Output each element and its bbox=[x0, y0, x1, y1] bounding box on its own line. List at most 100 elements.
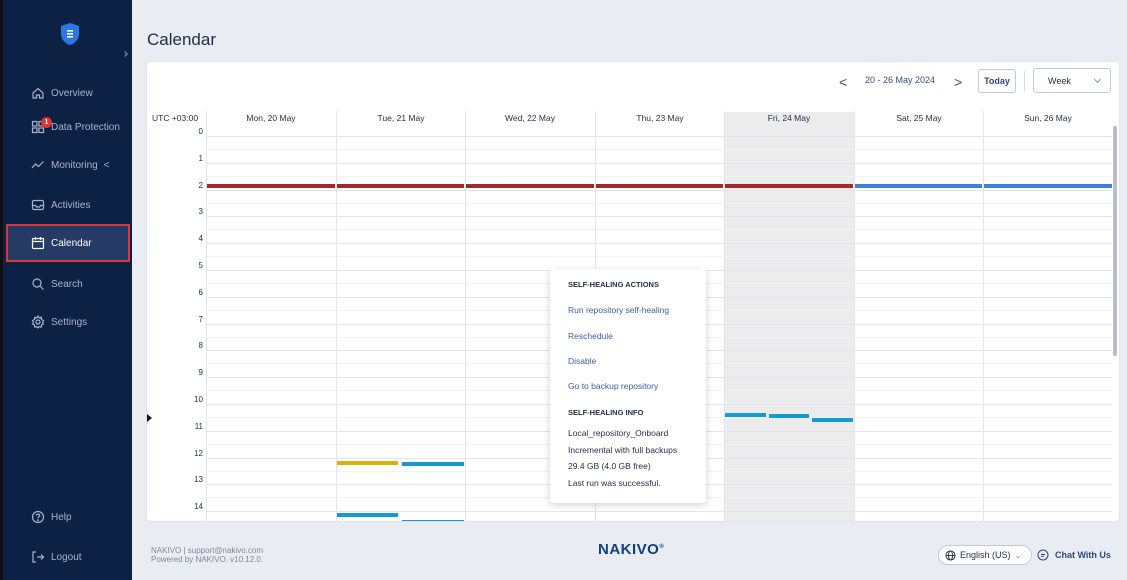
home-icon bbox=[31, 86, 45, 100]
calendar-event[interactable] bbox=[337, 183, 464, 188]
calendar-event[interactable] bbox=[401, 462, 464, 467]
day-header: Thu, 23 May bbox=[636, 113, 684, 123]
hour-gridline bbox=[207, 216, 1112, 218]
calendar-event[interactable] bbox=[855, 183, 982, 188]
repository-name: Local_repository_Onboard bbox=[568, 428, 669, 438]
current-time-marker bbox=[147, 414, 152, 423]
day-header: Fri, 24 May bbox=[767, 113, 811, 123]
sidebar-item-label: Data Protection bbox=[51, 121, 120, 133]
sidebar-item-search[interactable]: Search bbox=[7, 265, 131, 303]
calendar-event[interactable] bbox=[596, 183, 723, 188]
run-self-healing-link[interactable]: Run repository self-healing bbox=[568, 305, 669, 315]
day-header: Wed, 22 May bbox=[505, 113, 555, 123]
disable-link[interactable]: Disable bbox=[568, 356, 596, 366]
calendar-event[interactable] bbox=[725, 183, 853, 188]
day-column-divider bbox=[854, 111, 855, 521]
calendar-event[interactable] bbox=[337, 460, 399, 465]
sidebar-collapse-icon[interactable] bbox=[122, 51, 128, 57]
chat-label: Chat With Us bbox=[1055, 550, 1111, 560]
sidebar-item-label: Help bbox=[51, 511, 72, 523]
half-hour-gridline bbox=[207, 149, 1112, 150]
hour-label: 3 bbox=[198, 207, 203, 217]
calendar-event[interactable] bbox=[725, 412, 766, 417]
sidebar-item-label: Monitoring bbox=[51, 159, 98, 171]
sidebar-item-data-protection[interactable]: 1 Data Protection bbox=[7, 108, 131, 146]
prev-week-button[interactable]: < bbox=[839, 74, 847, 90]
search-icon bbox=[31, 277, 45, 291]
hour-gridline bbox=[207, 511, 1112, 513]
calendar-event[interactable] bbox=[984, 183, 1112, 188]
sidebar-item-activities[interactable]: Activities bbox=[7, 186, 131, 224]
sidebar-item-monitoring[interactable]: Monitoring < bbox=[7, 146, 131, 184]
day-column-divider bbox=[336, 111, 337, 521]
repository-size: 29.4 GB (4.0 GB free) bbox=[568, 461, 651, 471]
day-column-divider bbox=[206, 111, 207, 521]
calendar-icon bbox=[31, 236, 45, 250]
chevron-left-icon: < bbox=[103, 159, 110, 171]
last-run-status: Last run was successful. bbox=[568, 478, 661, 488]
half-hour-gridline bbox=[207, 202, 1112, 204]
hour-label: 4 bbox=[198, 234, 203, 244]
vertical-scrollbar[interactable] bbox=[1113, 126, 1117, 356]
gear-icon bbox=[31, 314, 45, 329]
day-header: Sun, 26 May bbox=[1024, 113, 1072, 123]
sidebar-item-settings[interactable]: Settings bbox=[7, 303, 131, 341]
hour-gridline bbox=[207, 243, 1112, 245]
hour-label: 1 bbox=[198, 153, 203, 163]
popover-section-title: SELF-HEALING INFO bbox=[568, 408, 644, 417]
footer-info: NAKIVO | support@nakivo.com Powered by N… bbox=[151, 546, 263, 564]
half-hour-gridline bbox=[207, 175, 1112, 177]
notification-badge: 1 bbox=[41, 117, 52, 128]
popover-section-title: SELF-HEALING ACTIONS bbox=[568, 280, 659, 289]
calendar-event[interactable] bbox=[812, 418, 853, 423]
sidebar-item-help[interactable]: Help bbox=[7, 498, 131, 536]
day-column-divider bbox=[465, 111, 466, 521]
language-select[interactable]: English (US) ⌄ bbox=[938, 545, 1032, 565]
support-line: NAKIVO | support@nakivo.com bbox=[151, 546, 264, 555]
page-title: Calendar bbox=[147, 30, 216, 49]
day-column-divider bbox=[724, 111, 725, 521]
sidebar-item-calendar[interactable]: Calendar bbox=[6, 224, 130, 262]
inbox-icon bbox=[31, 198, 45, 212]
hour-label: 7 bbox=[198, 314, 203, 324]
toolbar-divider bbox=[1024, 71, 1025, 91]
version-line: Powered by NAKIVO. v10.12.0. bbox=[151, 555, 264, 564]
day-header: Sat, 25 May bbox=[896, 113, 942, 123]
calendar-event[interactable] bbox=[769, 414, 809, 419]
calendar-event[interactable] bbox=[207, 183, 335, 188]
self-healing-popover: SELF-HEALING ACTIONS Run repository self… bbox=[550, 269, 706, 503]
sidebar-item-label: Settings bbox=[51, 316, 88, 328]
grid-icon: 1 bbox=[31, 117, 52, 134]
hour-label: 0 bbox=[198, 127, 203, 136]
calendar-event[interactable] bbox=[466, 183, 594, 188]
date-range-label: 20 - 26 May 2024 bbox=[865, 75, 936, 85]
brand-logo: NAKIVO® bbox=[598, 541, 665, 558]
go-to-repository-link[interactable]: Go to backup repository bbox=[568, 381, 658, 391]
half-hour-gridline bbox=[207, 229, 1112, 231]
help-icon bbox=[31, 510, 45, 524]
hour-label: 12 bbox=[194, 448, 203, 458]
calendar-card: < 20 - 26 May 2024 > Today Week UTC +03:… bbox=[147, 62, 1119, 521]
hour-label: 14 bbox=[194, 502, 203, 512]
chat-button[interactable]: Chat With Us bbox=[1037, 545, 1111, 565]
reschedule-link[interactable]: Reschedule bbox=[568, 331, 613, 341]
next-week-button[interactable]: > bbox=[954, 74, 962, 90]
sidebar-item-logout[interactable]: Logout bbox=[7, 538, 131, 576]
sidebar: Overview 1 Data Protection Monitoring < … bbox=[0, 0, 132, 580]
shield-logo-icon[interactable] bbox=[59, 22, 81, 46]
sidebar-item-label: Calendar bbox=[51, 237, 92, 249]
view-select[interactable]: Week bbox=[1033, 68, 1111, 93]
sidebar-item-label: Overview bbox=[51, 87, 93, 99]
calendar-event[interactable] bbox=[401, 519, 464, 521]
calendar-event[interactable] bbox=[337, 513, 399, 518]
hour-label: 2 bbox=[198, 180, 203, 190]
chevron-down-icon bbox=[1093, 75, 1102, 84]
sidebar-item-overview[interactable]: Overview bbox=[7, 74, 131, 112]
hour-gridline bbox=[207, 162, 1112, 164]
view-select-value: Week bbox=[1048, 75, 1071, 86]
chevron-down-icon: ⌄ bbox=[1014, 549, 1023, 560]
day-header: Mon, 20 May bbox=[246, 113, 296, 123]
timezone-label: UTC +03:00 bbox=[152, 113, 199, 123]
sidebar-item-label: Activities bbox=[51, 199, 91, 211]
today-button[interactable]: Today bbox=[978, 69, 1016, 93]
